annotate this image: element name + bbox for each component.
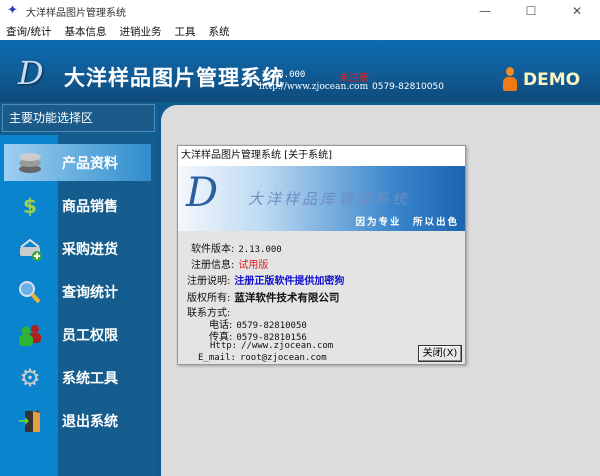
magnifier-icon [17,279,43,305]
header-banner: D 大洋样品图片管理系统 2.13.000 未注册 http://www.zjo… [0,40,600,102]
gear-icon: ⚙ [19,364,41,392]
sidebar-title: 主要功能选择区 [2,104,155,132]
http-row: Http://www.zjocean.com [210,341,334,351]
phone-number: 0579-82810050 [372,82,444,92]
dialog-banner-name: 大洋样品库管理系统 [248,190,411,208]
nav-purchase[interactable]: 采购进货 [0,230,155,268]
database-icon [17,150,43,176]
nav-system-tools[interactable]: ⚙ 系统工具 [0,359,155,397]
email-row: E_mail: root@zjocean.com [198,353,327,363]
sidebar: 主要功能选择区 产品资料 $ 商品销售 采购进货 查询统计 员工权限 ⚙ 系统工… [0,102,158,476]
menu-business[interactable]: 进销业务 [120,24,162,39]
minimize-button[interactable]: — [462,0,508,22]
nav-query[interactable]: 查询统计 [0,273,155,311]
menu-basic-info[interactable]: 基本信息 [65,24,107,39]
title-bar: ✦ 大洋样品图片管理系统 — ☐ ✕ [0,0,600,22]
nav-exit[interactable]: 退出系统 [0,402,155,440]
app-name: 大洋样品图片管理系统 [64,66,284,90]
exit-door-icon [17,408,43,434]
menu-tools[interactable]: 工具 [175,24,196,39]
dialog-slogan: 因为专业 所以出色 [355,217,459,228]
dollar-icon: $ [23,194,37,218]
dialog-close-button[interactable]: 关闭(X) [418,345,462,362]
registration-row: 注册信息: 试用版 [191,260,269,271]
menu-system[interactable]: 系统 [209,24,230,39]
nav-sales[interactable]: $ 商品销售 [0,187,155,225]
dialog-title: 大洋样品图片管理系统 [关于系统] [178,146,465,166]
users-icon [17,322,43,348]
registration-note-row: 注册说明: 注册正版软件提供加密狗 [187,276,345,287]
dialog-logo: D [186,170,219,216]
basket-add-icon [17,236,43,262]
window-title: 大洋样品图片管理系统 [26,7,126,19]
menu-bar: 查询/统计 基本信息 进销业务 工具 系统 [0,22,600,40]
about-dialog: 大洋样品图片管理系统 [关于系统] D 大洋样品库管理系统 因为专业 所以出色 … [177,145,466,365]
version-text: 2.13.000 [262,70,306,80]
dialog-banner: D 大洋样品库管理系统 因为专业 所以出色 [178,166,465,231]
nav-permissions[interactable]: 员工权限 [0,316,155,354]
version-row: 软件版本: 2.13.000 [191,244,282,255]
logo: D [18,54,44,92]
app-icon: ✦ [7,3,18,18]
close-button[interactable]: ✕ [554,0,600,22]
user-name: DEMO [523,70,581,90]
copyright-row: 版权所有: 蓝洋软件技术有限公司 [187,292,340,304]
website-url: http://www.zjocean.com [259,82,369,92]
maximize-button[interactable]: ☐ [508,0,554,22]
menu-query[interactable]: 查询/统计 [6,24,52,39]
user-icon [503,67,517,91]
nav-product-info[interactable]: 产品资料 [4,144,151,181]
